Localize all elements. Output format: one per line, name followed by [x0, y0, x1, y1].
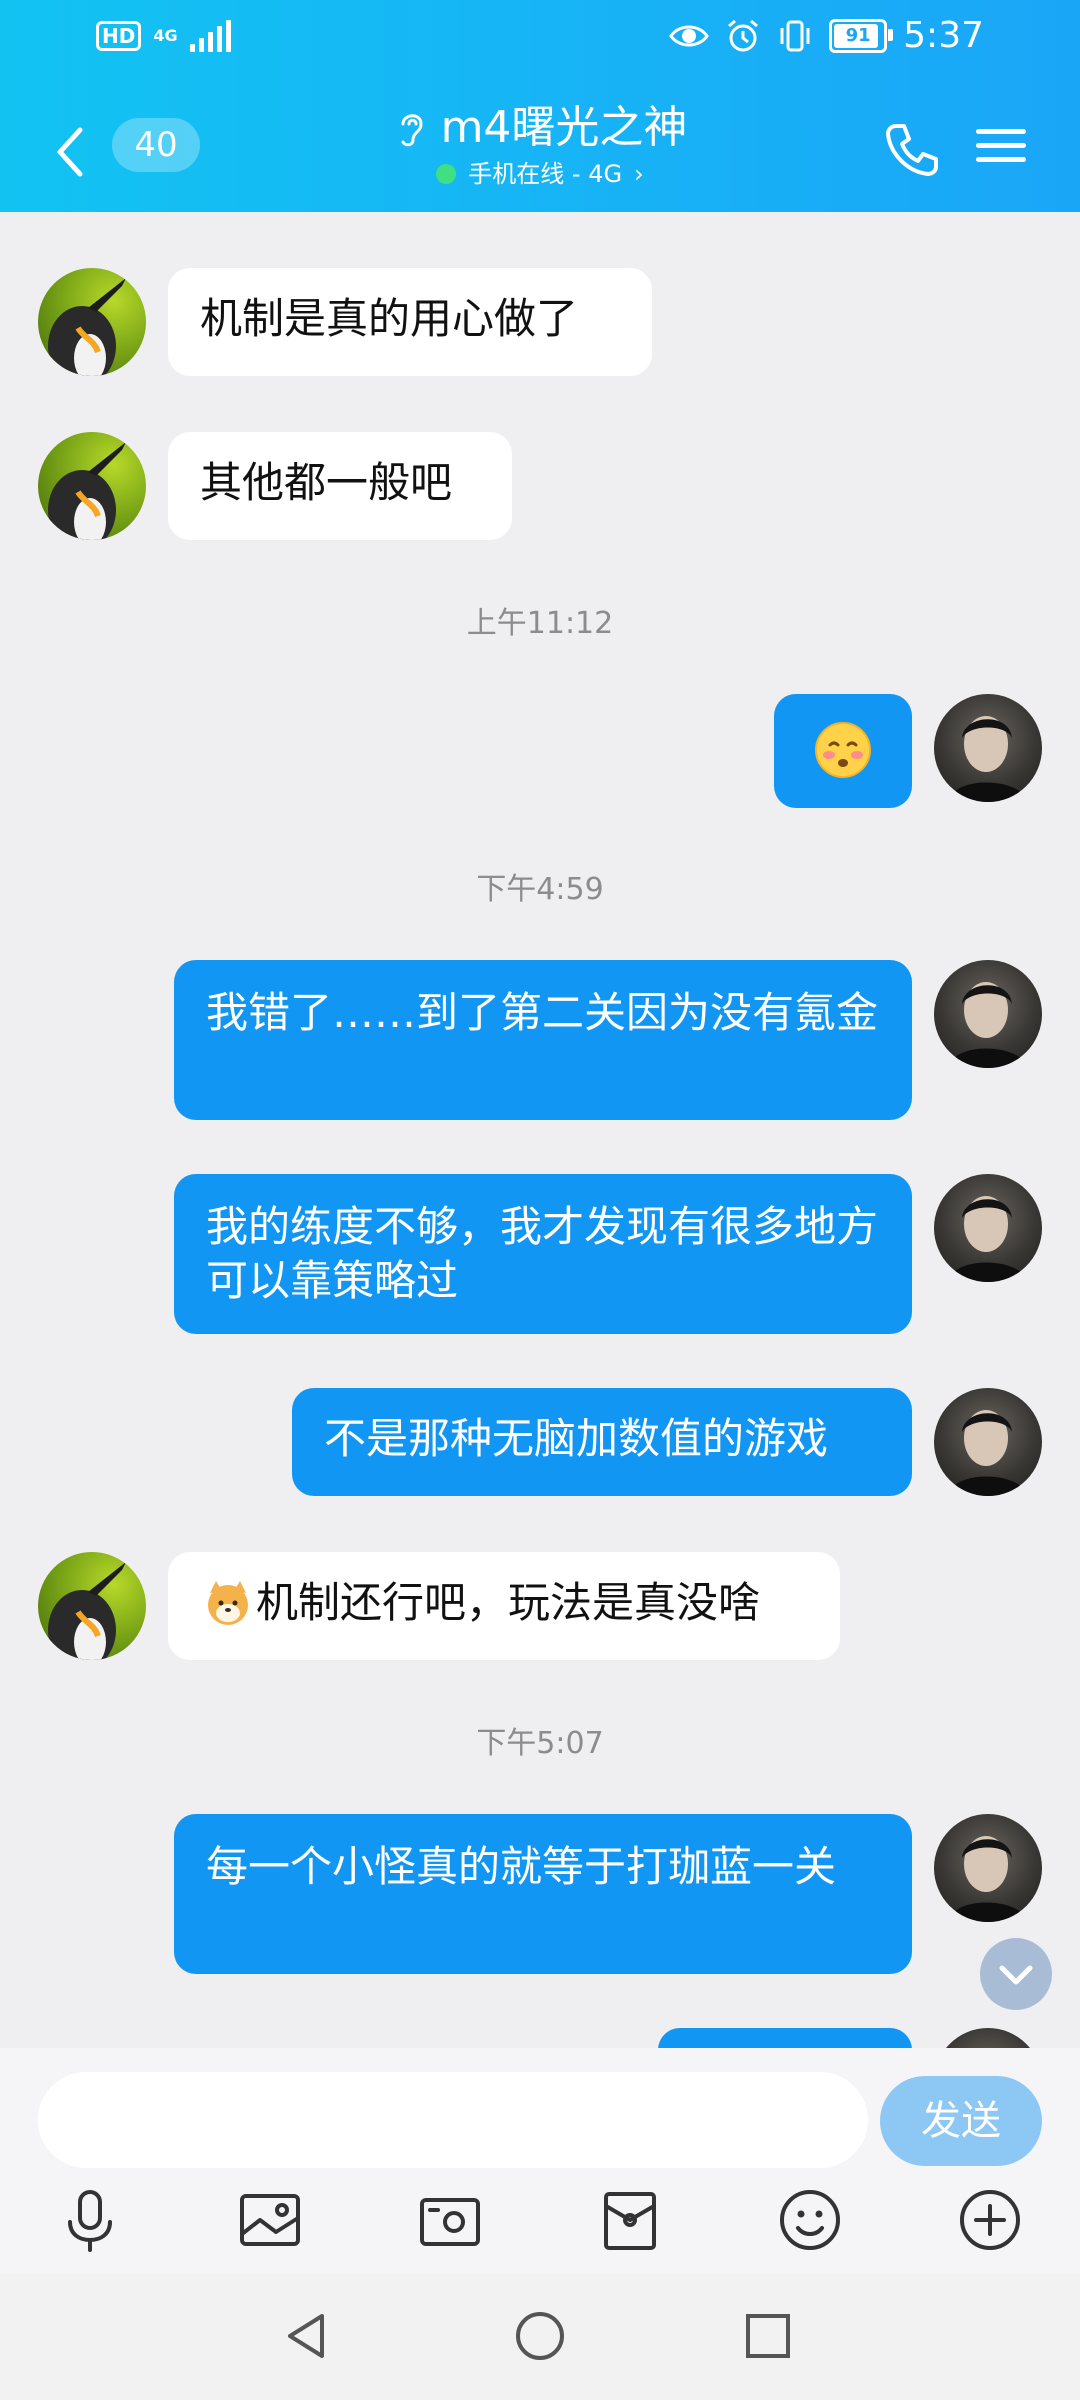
back-icon: [288, 2314, 324, 2358]
microphone-icon: [68, 2190, 112, 2252]
message-timestamp: 上午11:12: [466, 606, 614, 641]
eye-icon: [669, 25, 709, 47]
my-avatar[interactable]: [934, 2028, 1042, 2048]
my-avatar[interactable]: [934, 694, 1042, 802]
chat-header: HD 4G 91 5:37 40 m4曙光之神 手机在线 - 4G ›: [0, 0, 1080, 212]
chevron-down-icon: [999, 1965, 1033, 1985]
system-navigation-bar: [0, 2274, 1080, 2400]
message-input-bar: 发送: [0, 2048, 1080, 2274]
message-bubble[interactable]: [774, 694, 912, 808]
title-bar: 40 m4曙光之神 手机在线 - 4G ›: [0, 90, 1080, 210]
status-right: 91 5:37: [669, 16, 984, 56]
recents-icon: [746, 2314, 790, 2358]
battery-level: 91: [845, 25, 871, 46]
more-functions-button[interactable]: [952, 2182, 1028, 2258]
status-left: HD 4G: [96, 20, 231, 52]
message-bubble[interactable]: 不是那种无脑加数值的游戏: [292, 1388, 912, 1496]
nav-home-button[interactable]: [508, 2304, 572, 2368]
user-photo-avatar-image: [948, 982, 1028, 1068]
shiba-dog-emoji: [208, 1581, 248, 1625]
message-bubble[interactable]: 机制是真的用心做了: [168, 268, 652, 376]
camera-icon: [420, 2198, 480, 2246]
photo-album-button[interactable]: [232, 2182, 308, 2258]
message-timestamp: 下午5:07: [476, 1726, 604, 1761]
chevron-right-icon: ›: [634, 160, 644, 188]
red-packet-icon: [604, 2192, 656, 2250]
plus-icon: [960, 2190, 1020, 2250]
contact-avatar[interactable]: [38, 268, 146, 376]
vibrate-icon: [780, 20, 810, 52]
hamburger-menu-icon: [976, 129, 1032, 162]
emoji-button[interactable]: [772, 2182, 848, 2258]
my-avatar[interactable]: [934, 960, 1042, 1068]
image-icon: [240, 2194, 300, 2246]
hd-voice-badge: HD: [96, 21, 142, 51]
emoji-icon: [780, 2190, 840, 2250]
contact-avatar[interactable]: [38, 432, 146, 540]
my-avatar[interactable]: [934, 1174, 1042, 1282]
voice-input-button[interactable]: [52, 2182, 128, 2258]
voice-call-button[interactable]: [880, 118, 944, 182]
my-avatar[interactable]: [934, 1388, 1042, 1496]
menu-button[interactable]: [976, 120, 1032, 180]
my-avatar[interactable]: [934, 1814, 1042, 1922]
message-bubble[interactable]: 机制还行吧，玩法是真没啥: [168, 1552, 840, 1660]
message-bubble[interactable]: 我错了……到了第二关因为没有氪金: [174, 960, 912, 1120]
user-photo-avatar-image: [948, 716, 1028, 802]
clock: 5:37: [903, 15, 984, 56]
battery-icon: 91: [829, 19, 894, 53]
home-icon: [516, 2312, 564, 2360]
send-button[interactable]: 发送: [880, 2076, 1042, 2166]
nav-back-button[interactable]: [276, 2304, 340, 2368]
message-text: 机制还行吧，玩法是真没啥: [256, 1578, 761, 1627]
contact-avatar[interactable]: [38, 1552, 146, 1660]
message-bubble[interactable]: 每一个小怪真的就等于打珈蓝一关: [174, 1814, 912, 1974]
message-bubble[interactable]: 我的练度不够，我才发现有很多地方可以靠策略过: [174, 1174, 912, 1334]
chat-message-list[interactable]: 机制是真的用心做了 其他都一般吧 上午11:12 下午4:59 我错了……到了第…: [0, 212, 1080, 2048]
nav-recents-button[interactable]: [736, 2304, 800, 2368]
user-photo-avatar-image: [948, 1410, 1028, 1496]
user-photo-avatar-image: [948, 1836, 1028, 1922]
online-status-text: 手机在线 - 4G: [468, 160, 623, 188]
penguin-avatar-image: [48, 1562, 126, 1660]
contact-name: m4曙光之神: [440, 102, 688, 153]
message-input[interactable]: [38, 2072, 868, 2168]
camera-button[interactable]: [412, 2182, 488, 2258]
signal-strength-icon: [189, 20, 231, 52]
online-status-dot: [436, 164, 457, 184]
blushing-face-emoji: [815, 721, 871, 778]
user-photo-avatar-image: [948, 1196, 1028, 1282]
penguin-avatar-image: [48, 278, 126, 376]
red-packet-button[interactable]: [592, 2182, 668, 2258]
message-bubble[interactable]: 其他都一般吧: [168, 432, 512, 540]
network-type: 4G: [153, 26, 178, 45]
message-timestamp: 下午4:59: [476, 872, 604, 907]
status-bar: HD 4G 91 5:37: [0, 0, 1080, 78]
scroll-to-bottom-button[interactable]: [980, 1938, 1052, 2010]
penguin-avatar-image: [48, 442, 126, 540]
phone-icon: [886, 124, 938, 176]
qq-chat-screen: HD 4G 91 5:37 40 m4曙光之神 手机在线 - 4G › 机制是真…: [0, 0, 1080, 2400]
alarm-icon: [728, 19, 759, 52]
ear-icon: [401, 114, 423, 147]
message-bubble-partial[interactable]: [658, 2028, 912, 2048]
